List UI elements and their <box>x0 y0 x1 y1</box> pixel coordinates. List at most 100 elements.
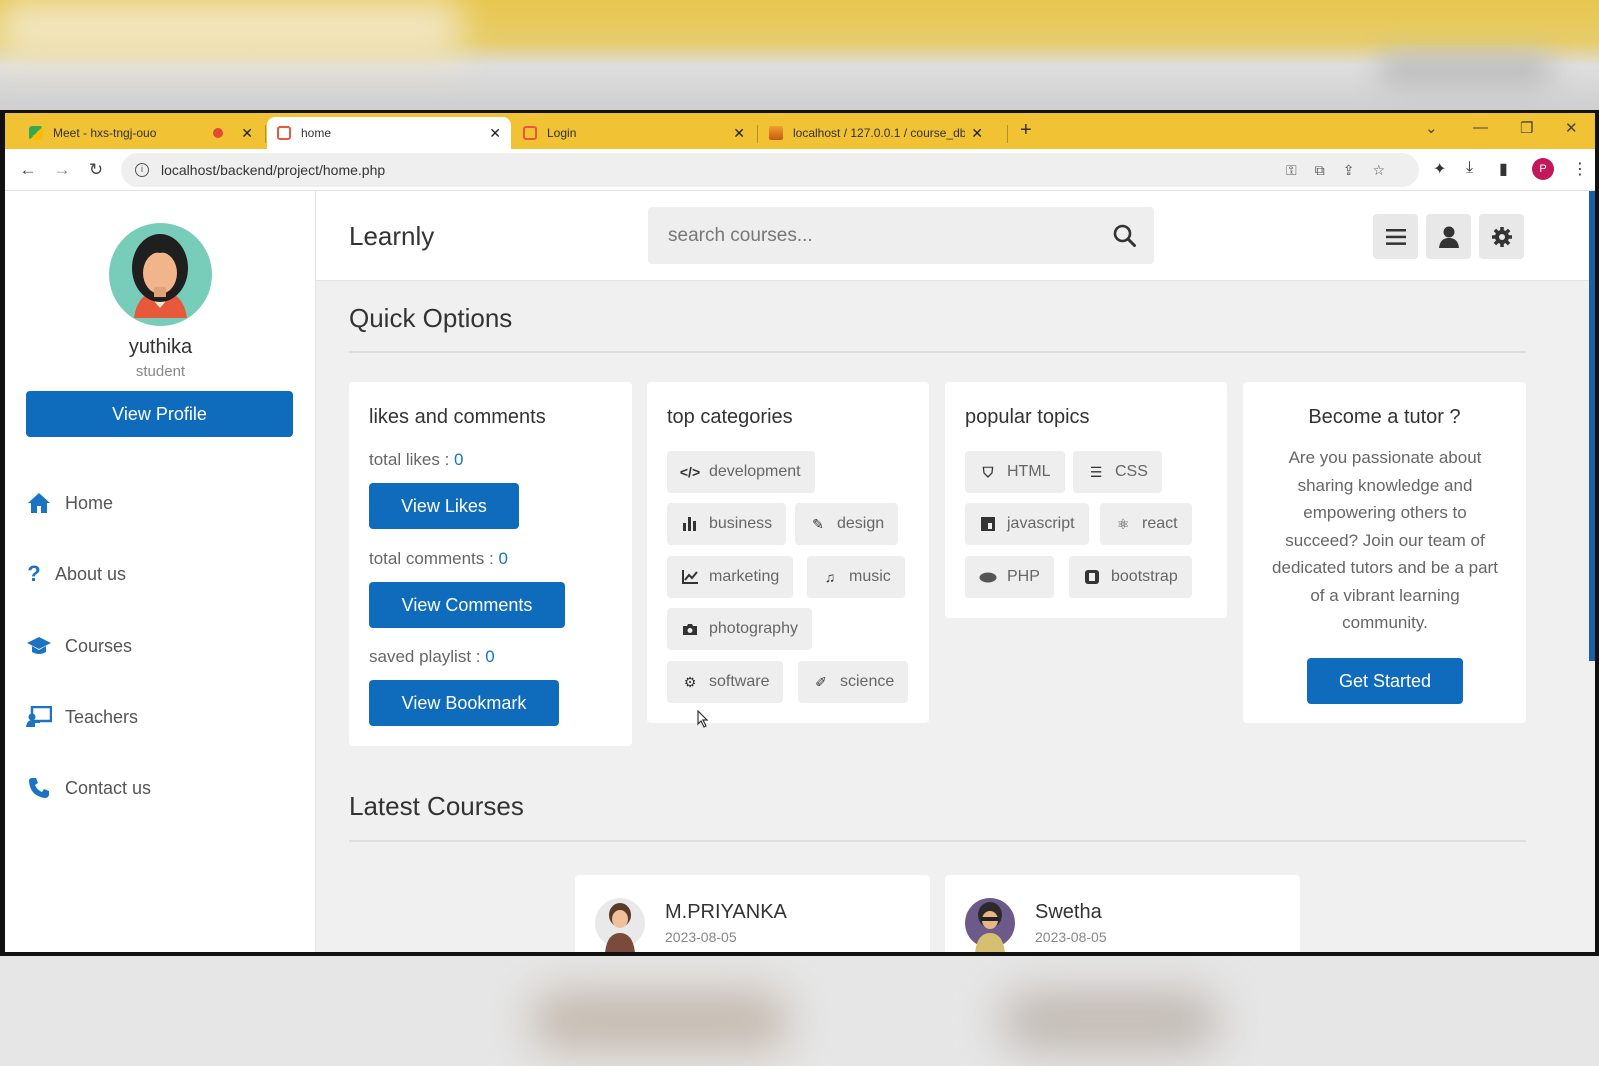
quick-options-title: Quick Options <box>349 303 513 333</box>
url-text: localhost/backend/project/home.php <box>161 162 386 178</box>
popular-topics-card: popular topics ⛉ HTML ☰ CSS javascript ⚛ re… <box>945 382 1227 618</box>
user-button[interactable] <box>1426 214 1471 259</box>
tutor-avatar <box>965 893 1015 952</box>
line-chart-icon <box>681 568 699 586</box>
page-favicon-icon <box>523 126 537 140</box>
view-profile-button[interactable]: View Profile <box>26 391 293 437</box>
tab-home[interactable]: home ✕ <box>267 117 511 149</box>
sidebar-item-label: About us <box>55 563 127 584</box>
bar-chart-icon <box>681 515 699 533</box>
category-tag-design[interactable]: ✎ design <box>795 503 899 545</box>
sidebar-item-courses[interactable]: Courses <box>25 634 132 658</box>
sidebar-item-teachers[interactable]: Teachers <box>25 705 138 729</box>
bootstrap-icon <box>1083 568 1101 586</box>
home-icon <box>25 491 53 515</box>
username: yuthika <box>128 336 193 358</box>
divider <box>349 351 1526 353</box>
page-scrollbar[interactable] <box>1589 191 1595 661</box>
share-icon[interactable]: ⇪ <box>1343 162 1355 179</box>
category-tag-development[interactable]: </> development <box>667 451 815 493</box>
download-icon[interactable]: ⤓ <box>1466 159 1473 177</box>
site-logo[interactable]: Learnly <box>349 221 434 252</box>
restore-icon[interactable]: ❐ <box>1520 119 1533 137</box>
tab-title: Meet - hxs-tngj-ouo <box>53 126 157 140</box>
user-avatar[interactable] <box>109 223 212 326</box>
category-tag-science[interactable]: ✐ science <box>798 661 909 703</box>
view-bookmark-button[interactable]: View Bookmark <box>369 680 559 726</box>
sidebar-item-contact[interactable]: Contact us <box>25 776 151 800</box>
menu-dots-icon[interactable]: ⋮ <box>1572 159 1588 179</box>
new-tab-button[interactable]: + <box>1020 119 1032 142</box>
topic-tag-css[interactable]: ☰ CSS <box>1073 451 1162 493</box>
address-bar[interactable]: i localhost/backend/project/home.php ⚿ ⧉… <box>121 153 1419 187</box>
sidebar-item-about[interactable]: ? About us <box>25 561 127 586</box>
browser-toolbar: ← → ↻ i localhost/backend/project/home.p… <box>5 149 1595 191</box>
tutor-name: Swetha <box>1035 901 1102 923</box>
key-icon[interactable]: ⚿ <box>1286 162 1297 179</box>
graduation-cap-icon <box>25 634 53 658</box>
reload-icon[interactable]: ↻ <box>79 160 113 180</box>
back-icon[interactable]: ← <box>11 160 45 180</box>
topic-tag-react[interactable]: ⚛ react <box>1100 503 1192 545</box>
browser-window: Meet - hxs-tngj-ouo ✕ home ✕ Login ✕ loc… <box>0 110 1599 956</box>
view-comments-button[interactable]: View Comments <box>369 582 565 628</box>
minimize-icon[interactable]: — <box>1473 119 1488 136</box>
search-input[interactable] <box>668 224 1108 247</box>
css3-icon: ☰ <box>1089 463 1103 480</box>
topic-tag-html[interactable]: ⛉ HTML <box>965 451 1065 493</box>
tab-title: Login <box>547 126 577 140</box>
category-tag-business[interactable]: business <box>667 503 787 545</box>
cog-icon: ⚙ <box>683 673 697 690</box>
sidebar-item-label: Home <box>65 492 114 513</box>
top-categories-card: top categories </> development business ✎… <box>647 382 929 723</box>
category-tag-marketing[interactable]: marketing <box>667 556 794 598</box>
view-likes-button[interactable]: View Likes <box>369 483 519 529</box>
playlist-count: 0 <box>485 647 495 666</box>
extensions-icon[interactable]: ✦ <box>1433 159 1446 179</box>
question-icon: ? <box>27 561 41 586</box>
tab-bar: Meet - hxs-tngj-ouo ✕ home ✕ Login ✕ loc… <box>5 113 1595 149</box>
forward-icon[interactable]: → <box>45 160 79 180</box>
tab-phpmyadmin[interactable]: localhost / 127.0.0.1 / course_db ✕ <box>759 117 993 149</box>
tab-search-icon[interactable]: ⌄ <box>1425 119 1438 137</box>
close-tab-icon[interactable]: ✕ <box>489 125 501 142</box>
course-date: 2023-08-05 <box>1035 929 1107 945</box>
get-started-button[interactable]: Get Started <box>1307 658 1463 704</box>
tab-meet[interactable]: Meet - hxs-tngj-ouo ✕ <box>19 117 263 149</box>
star-icon[interactable]: ☆ <box>1372 162 1385 179</box>
side-panel-icon[interactable]: ▮ <box>1499 159 1508 179</box>
music-icon: ♫ <box>824 569 836 585</box>
close-tab-icon[interactable]: ✕ <box>971 125 983 142</box>
card-title: Become a tutor ? <box>1308 406 1461 428</box>
search-icon[interactable] <box>1113 224 1136 252</box>
vial-icon: ✐ <box>815 673 827 690</box>
profile-avatar[interactable]: P <box>1532 158 1554 180</box>
course-card[interactable]: M.PRIYANKA 2023-08-05 <box>575 875 930 952</box>
close-tab-icon[interactable]: ✕ <box>241 125 253 142</box>
video-backdrop-top <box>0 0 1599 110</box>
topic-tag-javascript[interactable]: javascript <box>965 503 1089 545</box>
sidebar-item-home[interactable]: Home <box>25 491 113 515</box>
sidebar-item-label: Courses <box>65 635 133 656</box>
category-tag-music[interactable]: ♫ music <box>807 556 905 598</box>
course-card[interactable]: Swetha 2023-08-05 <box>945 875 1300 952</box>
topic-tag-php[interactable]: PHP <box>965 556 1054 598</box>
settings-button[interactable] <box>1479 214 1524 259</box>
menu-button[interactable] <box>1373 214 1418 259</box>
tab-title: home <box>301 126 332 140</box>
card-title: likes and comments <box>369 406 546 428</box>
tutor-avatar <box>595 893 645 952</box>
mouse-cursor-icon <box>697 710 709 728</box>
topic-tag-bootstrap[interactable]: bootstrap <box>1069 556 1192 598</box>
category-tag-software[interactable]: ⚙ software <box>667 661 784 703</box>
card-title: top categories <box>667 406 793 428</box>
tab-login[interactable]: Login ✕ <box>513 117 755 149</box>
video-backdrop-bottom <box>0 956 1599 1066</box>
likes-comments-card: likes and comments total likes : 0 View … <box>349 382 632 746</box>
close-window-icon[interactable]: ✕ <box>1565 119 1578 137</box>
translate-icon[interactable]: ⧉ <box>1315 162 1325 179</box>
category-tag-photography[interactable]: photography <box>667 608 812 650</box>
tab-title: localhost / 127.0.0.1 / course_db <box>793 126 966 140</box>
site-info-icon[interactable]: i <box>135 163 149 177</box>
close-tab-icon[interactable]: ✕ <box>733 125 745 142</box>
